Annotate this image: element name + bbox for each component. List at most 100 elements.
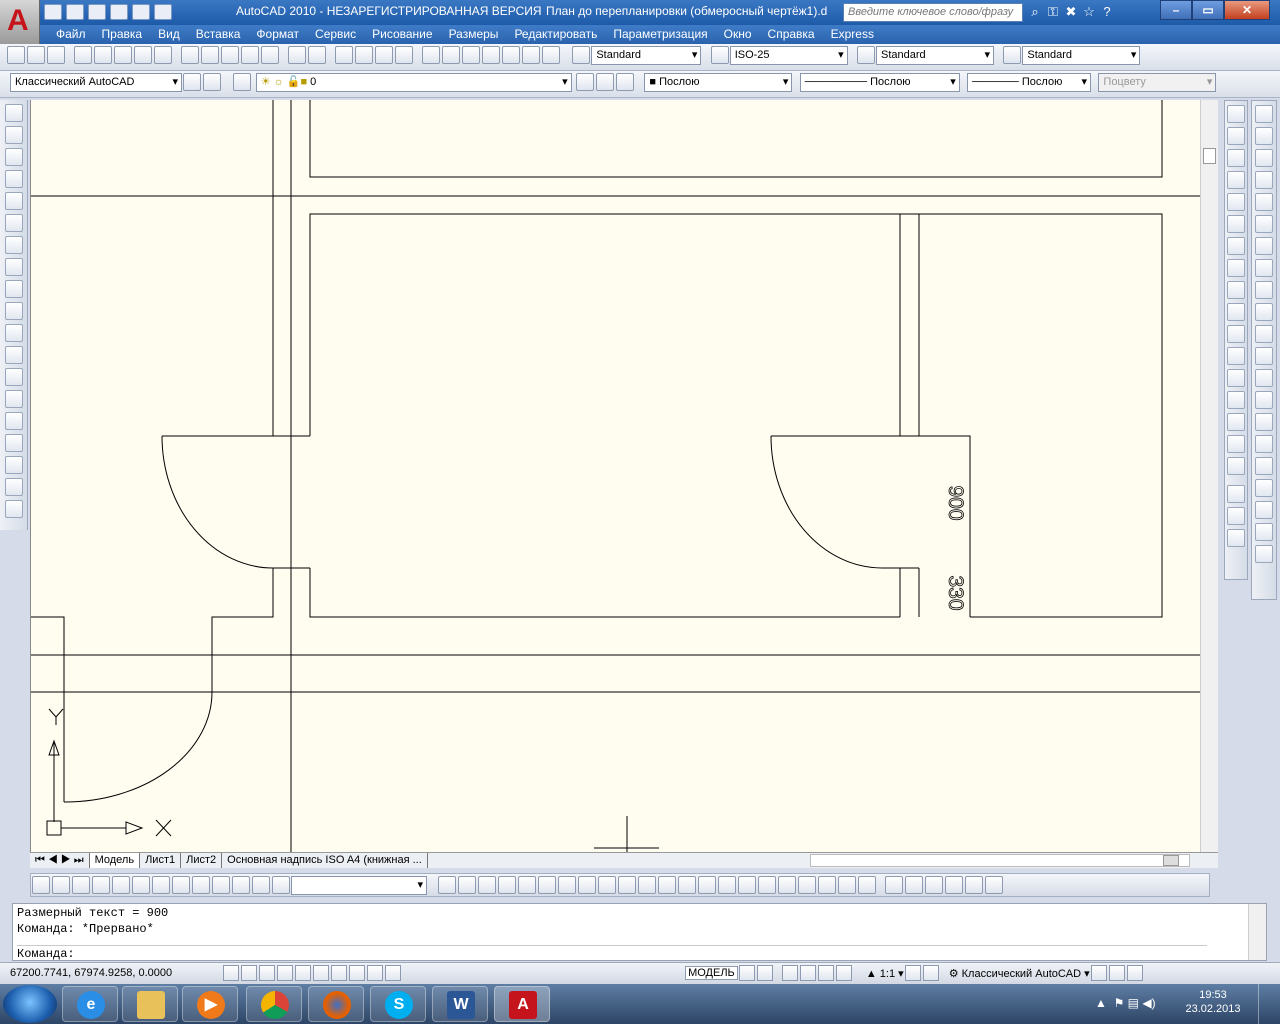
cut-icon[interactable]	[181, 46, 199, 64]
3d-array-icon[interactable]	[858, 876, 877, 894]
fillet-icon[interactable]	[1227, 435, 1245, 453]
help-icon[interactable]	[542, 46, 560, 64]
menu-draw[interactable]: Рисование	[364, 25, 440, 43]
rectangle-icon[interactable]	[4, 192, 23, 210]
tab-model[interactable]: Модель	[89, 853, 141, 868]
text-style-select[interactable]: Standard	[591, 45, 702, 65]
tab-title-block[interactable]: Основная надпись ISO A4 (книжная ...	[222, 853, 428, 868]
explode-icon[interactable]	[1227, 457, 1245, 475]
linetype-select[interactable]: ──────── Послою	[799, 72, 960, 92]
etransmit-icon[interactable]	[154, 46, 172, 64]
gradient-icon[interactable]	[4, 434, 23, 452]
show-hidden-icons-icon[interactable]: ▲	[1095, 996, 1107, 1010]
application-menu-button[interactable]: A	[0, 0, 40, 44]
sphere-icon[interactable]	[518, 876, 537, 894]
polysolid-icon[interactable]	[438, 876, 457, 894]
lock-ui-icon[interactable]	[1090, 965, 1107, 981]
cylinder-icon[interactable]	[538, 876, 557, 894]
command-scrollbar[interactable]	[1248, 904, 1266, 960]
right-view-icon[interactable]	[112, 876, 130, 894]
menu-window[interactable]: Окно	[716, 25, 760, 43]
plot-icon[interactable]	[74, 46, 92, 64]
table-style-select[interactable]: Standard	[876, 45, 995, 65]
diameter-dim-icon[interactable]	[1255, 237, 1273, 255]
match-properties-icon[interactable]	[241, 46, 259, 64]
taskbar-skype[interactable]: S	[370, 986, 426, 1022]
polygon-icon[interactable]	[4, 170, 23, 188]
3d-wireframe-icon[interactable]	[925, 876, 944, 894]
start-button[interactable]	[3, 985, 57, 1023]
markup-icon[interactable]	[502, 46, 520, 64]
taskbar-ie[interactable]: e	[62, 986, 118, 1022]
quickcalc-icon[interactable]	[522, 46, 540, 64]
plot-preview-icon[interactable]	[94, 46, 112, 64]
presspull-icon[interactable]	[658, 876, 677, 894]
color-select[interactable]: ■ Послою	[644, 72, 793, 92]
tool-palettes-icon[interactable]	[462, 46, 480, 64]
save-icon[interactable]	[47, 46, 65, 64]
hatch-icon[interactable]	[4, 412, 23, 430]
taskbar-firefox[interactable]	[308, 986, 364, 1022]
jogged-linear-icon[interactable]	[1255, 457, 1273, 475]
taskbar-autocad[interactable]: A	[494, 986, 550, 1022]
realistic-style-icon[interactable]	[945, 876, 964, 894]
back-view-icon[interactable]	[152, 876, 170, 894]
line-icon[interactable]	[4, 104, 23, 122]
save-icon[interactable]	[88, 4, 106, 20]
3d-rotate-icon[interactable]	[818, 876, 837, 894]
menu-express[interactable]: Express	[823, 25, 882, 43]
circle-icon[interactable]	[4, 236, 23, 254]
layer-previous-icon[interactable]	[596, 73, 615, 91]
center-mark-icon[interactable]	[1255, 413, 1273, 431]
helix-icon[interactable]	[598, 876, 617, 894]
break-icon[interactable]	[1227, 369, 1245, 387]
polyline-icon[interactable]	[4, 148, 23, 166]
menu-insert[interactable]: Вставка	[188, 25, 249, 43]
quick-dim-icon[interactable]	[1255, 281, 1273, 299]
jogged-dim-icon[interactable]	[1255, 215, 1273, 233]
ordinate-dim-icon[interactable]	[1255, 171, 1273, 189]
intersect-icon[interactable]	[778, 876, 797, 894]
undo-icon[interactable]	[288, 46, 306, 64]
text-style-icon[interactable]	[572, 46, 591, 64]
show-desktop-button[interactable]	[1258, 984, 1280, 1024]
angular-dim-icon[interactable]	[1255, 259, 1273, 277]
send-to-back-icon[interactable]	[1227, 529, 1245, 547]
tab-sheet2[interactable]: Лист2	[181, 853, 223, 868]
workspace-switch[interactable]: ⚙ Классический AutoCAD ▾	[949, 967, 1090, 980]
menu-parametric[interactable]: Параметризация	[605, 25, 715, 43]
auto-scale-icon[interactable]	[922, 965, 939, 981]
mtext-icon[interactable]	[4, 500, 23, 518]
bottom-view-icon[interactable]	[72, 876, 90, 894]
draw-order-icon[interactable]	[1227, 485, 1245, 503]
stretch-icon[interactable]	[1227, 281, 1245, 299]
ortho-mode-icon[interactable]	[259, 965, 275, 981]
flag-icon[interactable]: ⚑	[1114, 996, 1125, 1010]
dim-space-icon[interactable]	[1255, 347, 1273, 365]
copy-object-icon[interactable]	[1227, 127, 1245, 145]
coordinates-readout[interactable]: 67200.7741, 67974.9258, 0.0000	[0, 967, 222, 979]
model-space-button[interactable]: МОДЕЛЬ	[685, 966, 738, 980]
continue-dim-icon[interactable]	[1255, 325, 1273, 343]
ucs-icon[interactable]	[272, 876, 290, 894]
conceptual-style-icon[interactable]	[965, 876, 984, 894]
pan-icon[interactable]	[335, 46, 353, 64]
lineweight-toggle-icon[interactable]	[367, 965, 383, 981]
3d-align-icon[interactable]	[838, 876, 857, 894]
menu-dimension[interactable]: Размеры	[441, 25, 507, 43]
menu-modify[interactable]: Редактировать	[506, 25, 605, 43]
subtract-icon[interactable]	[758, 876, 777, 894]
copy-icon[interactable]	[201, 46, 219, 64]
horizontal-scrollbar[interactable]	[810, 854, 1190, 867]
view-icon[interactable]	[32, 876, 50, 894]
object-snap-icon[interactable]	[295, 965, 311, 981]
redo-icon[interactable]	[308, 46, 326, 64]
paste-icon[interactable]	[221, 46, 239, 64]
steeringwheel-icon[interactable]	[817, 965, 834, 981]
baseline-dim-icon[interactable]	[1255, 303, 1273, 321]
sheet-set-icon[interactable]	[482, 46, 500, 64]
design-center-icon[interactable]	[442, 46, 460, 64]
pyramid-icon[interactable]	[578, 876, 597, 894]
tolerance-icon[interactable]	[1255, 391, 1273, 409]
volume-icon[interactable]: ◀)	[1142, 996, 1155, 1010]
